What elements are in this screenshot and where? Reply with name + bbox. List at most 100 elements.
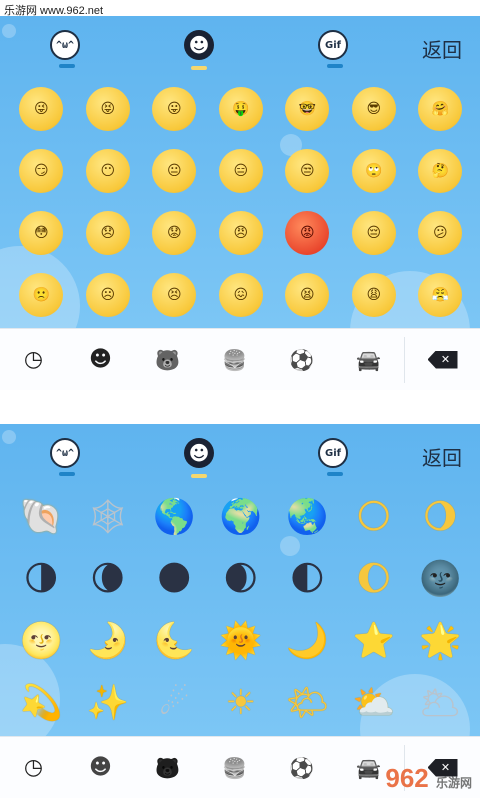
emoji-key[interactable]: 🌞: [208, 610, 275, 672]
smileys-tab-active[interactable]: ☻: [67, 329, 134, 391]
emoji-key[interactable]: ✨: [75, 672, 142, 734]
tab-indicator-active: [191, 66, 207, 70]
emoji-key[interactable]: 💫: [8, 672, 75, 734]
tab-emoji[interactable]: ☻: [184, 438, 214, 478]
emoji-key[interactable]: 🌒: [208, 548, 275, 610]
flushed-face-icon: 😳: [19, 211, 64, 255]
emoji-key[interactable]: 😒: [274, 140, 341, 202]
emoji-key[interactable]: 😩: [341, 264, 408, 326]
emoji-key[interactable]: 😕: [407, 202, 474, 264]
activity-tab[interactable]: ⚽: [268, 737, 335, 799]
emoji-key[interactable]: 🌕: [341, 486, 408, 548]
category-bottombar: ◷ ☻ 🐻 🍔 ⚽ 🚘 ✕: [0, 328, 480, 390]
tab-indicator: [327, 64, 343, 68]
emoji-key[interactable]: 🌤: [274, 672, 341, 734]
emoji-key[interactable]: 😛: [141, 78, 208, 140]
emoji-key[interactable]: 🌙: [274, 610, 341, 672]
emoji-key[interactable]: 🌓: [274, 548, 341, 610]
emoji-key[interactable]: 😔: [341, 202, 408, 264]
emoji-key[interactable]: 😐: [141, 140, 208, 202]
emoji-key[interactable]: 😳: [8, 202, 75, 264]
emoji-key[interactable]: 🤔: [407, 140, 474, 202]
emoji-key[interactable]: 😠: [208, 202, 275, 264]
animals-tab-active[interactable]: 🐻: [134, 737, 201, 799]
first-quarter-moon-face-icon: 🌛: [86, 621, 129, 661]
tab-kaomoji[interactable]: ^ω^: [50, 438, 80, 476]
emoji-key[interactable]: 🤗: [407, 78, 474, 140]
emoji-key[interactable]: 😜: [8, 78, 75, 140]
emoji-key[interactable]: 🌝: [8, 610, 75, 672]
tab-gif[interactable]: Gif: [318, 30, 348, 68]
travel-tab[interactable]: 🚘: [335, 329, 402, 391]
emoji-key[interactable]: 🌑: [141, 548, 208, 610]
emoji-key[interactable]: 😣: [141, 264, 208, 326]
animals-tab[interactable]: 🐻: [134, 329, 201, 391]
emoji-key[interactable]: 🌜: [141, 610, 208, 672]
crescent-moon-icon: 🌙: [286, 621, 329, 661]
confounded-face-icon: 😖: [218, 273, 263, 317]
emoji-key[interactable]: 😝: [75, 78, 142, 140]
activity-tab[interactable]: ⚽: [268, 329, 335, 391]
emoji-key[interactable]: 😎: [341, 78, 408, 140]
tired-face-icon: 😫: [285, 273, 330, 317]
frowning-face-icon: ☹: [85, 273, 130, 317]
emoji-key[interactable]: 😶: [75, 140, 142, 202]
globe-asia-icon: 🌏: [286, 497, 329, 537]
squinting-tongue-face-icon: 😝: [85, 87, 130, 131]
hugging-face-icon: 🤗: [418, 87, 463, 131]
emoji-key[interactable]: 😫: [274, 264, 341, 326]
burger-icon: 🍔: [222, 755, 247, 780]
recent-tab[interactable]: ◷: [0, 329, 67, 391]
emoji-key[interactable]: 😟: [141, 202, 208, 264]
tab-gif[interactable]: Gif: [318, 438, 348, 476]
back-button[interactable]: 返回: [422, 34, 462, 63]
tab-emoji[interactable]: ☻: [184, 30, 214, 70]
emoji-key[interactable]: ☹: [75, 264, 142, 326]
emoji-key[interactable]: 🌗: [8, 548, 75, 610]
sun-behind-cloud-icon: ⛅: [352, 683, 395, 723]
money-mouth-face-icon: 🤑: [218, 87, 263, 131]
emoji-key[interactable]: 😑: [208, 140, 275, 202]
emoji-key[interactable]: 😡: [274, 202, 341, 264]
back-button[interactable]: 返回: [422, 442, 462, 471]
emoji-key[interactable]: 🙁: [8, 264, 75, 326]
waning-crescent-moon-icon: 🌘: [90, 559, 126, 599]
emoji-grid: 🐚 🕸 🌎 🌍 🌏 🌕 🌖 🌗 🌘 🌑 🌒 🌓 🌔 🌚 🌝 🌛 🌜 🌞 🌙 ⭐ …: [8, 486, 474, 734]
emoji-key[interactable]: 🌎: [141, 486, 208, 548]
food-tab[interactable]: 🍔: [201, 329, 268, 391]
emoji-key[interactable]: 🌟: [407, 610, 474, 672]
emoji-key[interactable]: ⛅: [341, 672, 408, 734]
emoji-key[interactable]: ☀: [208, 672, 275, 734]
emoji-key[interactable]: 😖: [208, 264, 275, 326]
emoji-key[interactable]: 🌚: [407, 548, 474, 610]
tongue-face-icon: 😛: [152, 87, 197, 131]
emoji-key[interactable]: 🙄: [341, 140, 408, 202]
clock-icon: ◷: [23, 755, 44, 780]
emoji-key[interactable]: ⭐: [341, 610, 408, 672]
tab-kaomoji[interactable]: ^ω^: [50, 30, 80, 68]
delete-button[interactable]: ✕: [405, 350, 480, 369]
emoji-key[interactable]: 🌔: [341, 548, 408, 610]
glowing-star-icon: 🌟: [419, 621, 462, 661]
emoji-key[interactable]: 🐚: [8, 486, 75, 548]
emoji-key[interactable]: 😞: [75, 202, 142, 264]
emoji-key[interactable]: 🌘: [75, 548, 142, 610]
weary-face-icon: 😩: [351, 273, 396, 317]
emoji-key[interactable]: 😤: [407, 264, 474, 326]
smiley-icon: ☻: [188, 441, 210, 465]
emoji-key[interactable]: 🌖: [407, 486, 474, 548]
emoji-key[interactable]: 🕸: [75, 486, 142, 548]
emoji-key[interactable]: 🌛: [75, 610, 142, 672]
nerd-face-icon: 🤓: [285, 87, 330, 131]
emoji-key[interactable]: 😏: [8, 140, 75, 202]
recent-tab[interactable]: ◷: [0, 737, 67, 799]
food-tab[interactable]: 🍔: [201, 737, 268, 799]
expressionless-face-icon: 😑: [218, 149, 263, 193]
smileys-tab[interactable]: ☻: [67, 737, 134, 799]
emoji-key[interactable]: 🌏: [274, 486, 341, 548]
emoji-key[interactable]: 🤓: [274, 78, 341, 140]
emoji-key[interactable]: ☄: [141, 672, 208, 734]
emoji-key[interactable]: 🤑: [208, 78, 275, 140]
emoji-key[interactable]: 🌥: [407, 672, 474, 734]
emoji-key[interactable]: 🌍: [208, 486, 275, 548]
